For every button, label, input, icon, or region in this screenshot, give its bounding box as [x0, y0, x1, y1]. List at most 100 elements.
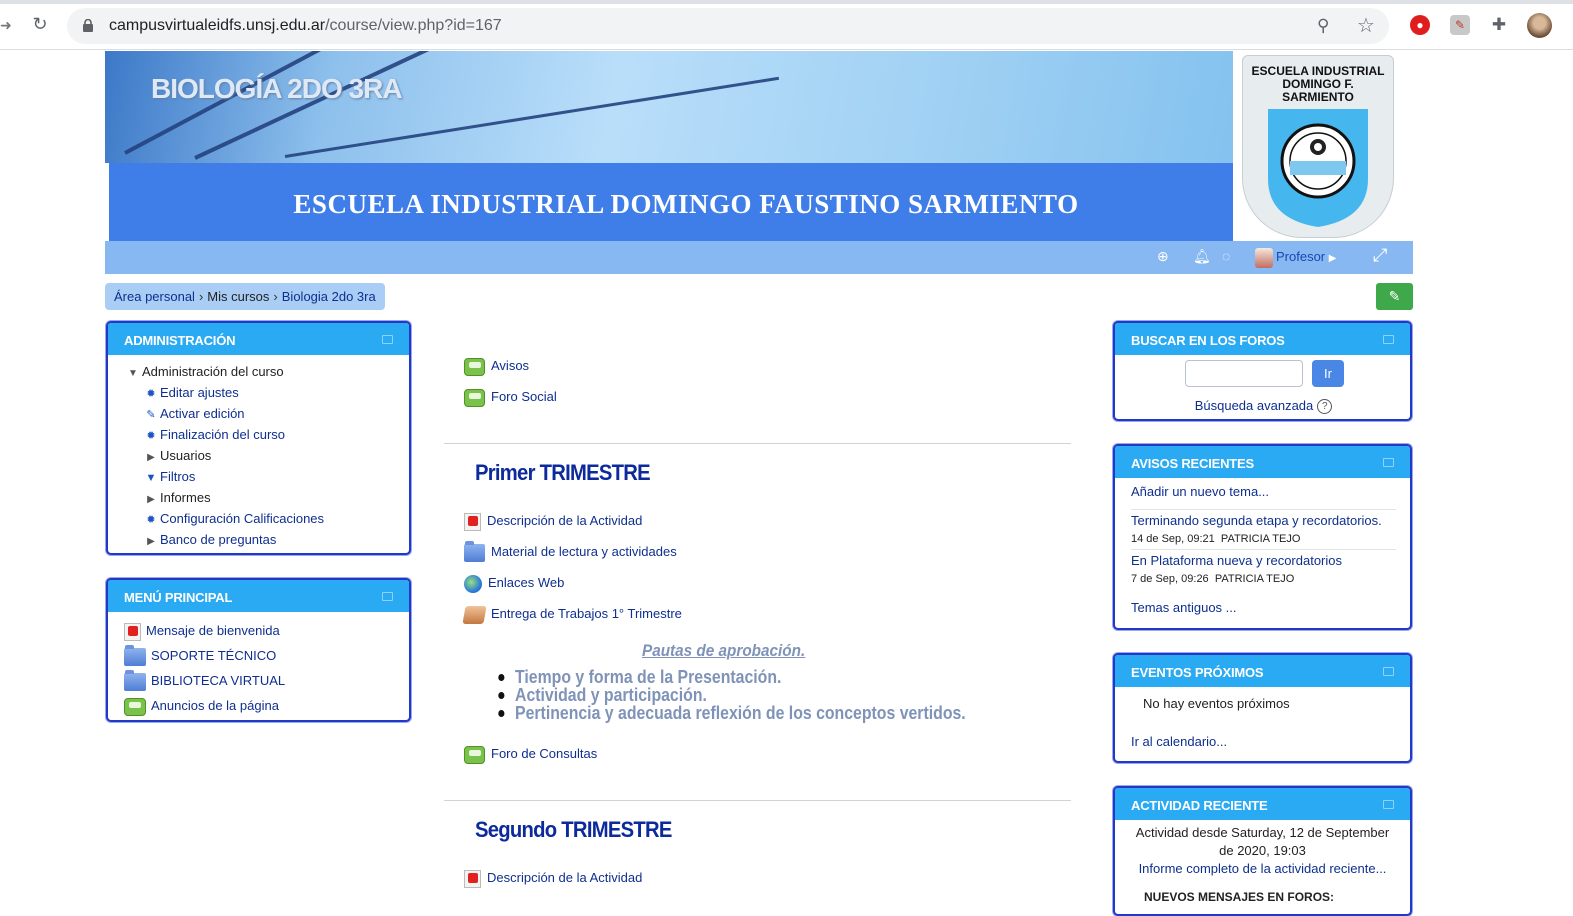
admin-item-filtros[interactable]: ▼ Filtros — [124, 466, 409, 487]
admin-item-label[interactable]: Configuración Calificaciones — [160, 511, 324, 526]
admin-item-label[interactable]: Filtros — [160, 469, 195, 484]
admin-item-label[interactable]: Finalización del curso — [160, 427, 285, 442]
user-menu[interactable]: Profesor ▶ — [1255, 246, 1336, 268]
folder-icon — [464, 540, 485, 562]
collapse-block-icon[interactable] — [1383, 800, 1394, 809]
main-menu-item-bienvenida[interactable]: Mensaje de bienvenida — [124, 618, 409, 643]
main-menu-item-label[interactable]: SOPORTE TÉCNICO — [151, 648, 276, 663]
course-content: Avisos Foro Social Primer TRIMESTRE Desc… — [444, 320, 1071, 906]
school-logo: ESCUELA INDUSTRIAL DOMINGO F. SARMIENTO — [1242, 55, 1394, 238]
main-menu-item-label[interactable]: Anuncios de la página — [151, 698, 279, 713]
main-menu-item-biblioteca[interactable]: BIBLIOTECA VIRTUAL — [124, 668, 409, 693]
admin-item-finalizacion[interactable]: ✹ Finalización del curso — [124, 424, 409, 445]
activity-link[interactable]: Enlaces Web — [488, 575, 564, 590]
admin-item-banco-preguntas[interactable]: ▶ Banco de preguntas — [124, 529, 409, 550]
activity-descripcion[interactable]: Descripción de la Actividad — [464, 509, 642, 533]
main-menu-block: MENÚ PRINCIPAL Mensaje de bienvenida SOP… — [106, 578, 411, 722]
main-menu-item-label[interactable]: Mensaje de bienvenida — [146, 623, 280, 638]
full-report-link[interactable]: Informe completo de la actividad recient… — [1139, 861, 1387, 876]
url-text[interactable]: campusvirtualeidfs.unsj.edu.ar/course/vi… — [109, 17, 502, 35]
profile-avatar-icon[interactable] — [1527, 13, 1552, 38]
breadcrumb-mis-cursos[interactable]: Mis cursos — [207, 289, 269, 304]
forum-icon — [464, 388, 485, 407]
main-menu-block-title: MENÚ PRINCIPAL — [124, 590, 233, 605]
activity-avisos[interactable]: Avisos — [464, 354, 529, 378]
activity-foro-consultas[interactable]: Foro de Consultas — [464, 742, 597, 766]
puzzle-extensions-icon[interactable]: ✚ — [1489, 15, 1509, 35]
breadcrumb-area-personal[interactable]: Área personal — [114, 289, 195, 304]
activity-link[interactable]: Foro Social — [491, 389, 557, 404]
collapse-block-icon[interactable] — [382, 592, 393, 601]
forum-search-button[interactable]: Ir — [1312, 360, 1344, 387]
notifications-bell-icon[interactable]: 🔔︎ — [1193, 248, 1211, 265]
activity-enlaces-web[interactable]: Enlaces Web — [464, 571, 564, 595]
admin-root-item[interactable]: ▼ Administración del curso — [124, 361, 409, 382]
main-menu-item-anuncios[interactable]: Anuncios de la página — [124, 693, 409, 718]
admin-item-label[interactable]: Editar ajustes — [160, 385, 239, 400]
adblock-extension-icon[interactable]: ● — [1410, 15, 1430, 35]
older-topics-link[interactable]: Temas antiguos ... — [1131, 600, 1237, 615]
news-post-meta: 7 de Sep, 09:26 PATRICIA TEJO — [1131, 573, 1294, 585]
collapse-block-icon[interactable] — [1383, 335, 1394, 344]
news-post-title[interactable]: Terminando segunda etapa y recordatorios… — [1131, 513, 1382, 528]
messages-icon[interactable]: ◌ — [1222, 248, 1230, 264]
bookmark-star-icon[interactable]: ☆ — [1357, 13, 1375, 38]
admin-item-label: Informes — [160, 490, 211, 505]
forum-search-block-header: BUSCAR EN LOS FOROS — [1115, 323, 1410, 355]
admin-item-usuarios[interactable]: ▶ Usuarios — [124, 445, 409, 466]
zoom-icon[interactable]: ⚲ — [1317, 16, 1329, 36]
activity-link[interactable]: Descripción de la Actividad — [487, 513, 642, 528]
main-menu-item-label[interactable]: BIBLIOTECA VIRTUAL — [151, 673, 285, 688]
gear-icon: ✹ — [146, 430, 156, 442]
recent-activity-block-header: ACTIVIDAD RECIENTE — [1115, 788, 1410, 820]
activity-link[interactable]: Descripción de la Actividad — [487, 870, 642, 885]
activity-descripcion-2[interactable]: Descripción de la Actividad — [464, 866, 642, 890]
collapse-block-icon[interactable] — [1383, 458, 1394, 467]
main-menu-list: Mensaje de bienvenida SOPORTE TÉCNICO BI… — [108, 612, 409, 718]
add-block-icon[interactable]: ⊕ — [1157, 248, 1169, 265]
activity-material[interactable]: Material de lectura y actividades — [464, 540, 677, 564]
admin-item-label[interactable]: Activar edición — [160, 406, 245, 421]
admin-item-calificaciones[interactable]: ✹ Configuración Calificaciones — [124, 508, 409, 529]
edit-mode-button[interactable]: ✎ — [1376, 283, 1413, 310]
assignment-icon — [462, 605, 487, 624]
url-path: /course/view.php?id=167 — [325, 17, 502, 34]
pdf-extension-icon[interactable]: ✎ — [1450, 15, 1470, 35]
advanced-search-link[interactable]: Búsqueda avanzada — [1195, 398, 1314, 413]
admin-item-editar-ajustes[interactable]: ✹ Editar ajustes — [124, 382, 409, 403]
admin-item-activar-edicion[interactable]: ✎ Activar edición — [124, 403, 409, 424]
forum-search-block: BUSCAR EN LOS FOROS Ir Búsqueda avanzada… — [1113, 321, 1412, 421]
filter-icon: ▼ — [145, 472, 157, 484]
activity-link[interactable]: Avisos — [491, 358, 529, 373]
activity-link[interactable]: Foro de Consultas — [491, 746, 597, 761]
collapse-block-icon[interactable] — [1383, 667, 1394, 676]
forum-icon — [464, 745, 485, 764]
forum-search-input[interactable] — [1185, 360, 1303, 387]
section-divider — [444, 800, 1071, 801]
main-menu-item-soporte[interactable]: SOPORTE TÉCNICO — [124, 643, 409, 668]
breadcrumb-course[interactable]: Biologia 2do 3ra — [282, 289, 376, 304]
activity-link[interactable]: Material de lectura y actividades — [491, 544, 677, 559]
news-post-title[interactable]: En Plataforma nueva y recordatorios — [1131, 553, 1342, 568]
recent-news-block-header: AVISOS RECIENTES — [1115, 446, 1410, 478]
fullscreen-icon[interactable]: ⤢ — [1373, 245, 1387, 266]
breadcrumb: Área personal › Mis cursos › Biologia 2do 3r… — [105, 283, 385, 310]
course-name: BIOLOGÍA 2DO 3RA — [151, 73, 403, 104]
activity-entrega-trabajos[interactable]: Entrega de Trabajos 1° Trimestre — [462, 602, 682, 626]
admin-block-header: ADMINISTRACIÓN — [108, 323, 409, 355]
forward-arrow-icon[interactable]: ➜ — [0, 17, 12, 34]
activity-foro-social[interactable]: Foro Social — [464, 385, 557, 409]
reload-icon[interactable]: ↻ — [29, 13, 51, 35]
section-title-primer-trimestre: Primer TRIMESTRE — [475, 460, 651, 485]
admin-item-label[interactable]: Banco de preguntas — [160, 532, 276, 547]
help-icon[interactable]: ? — [1317, 399, 1333, 415]
upcoming-events-block: EVENTOS PRÓXIMOS No hay eventos próximos… — [1113, 653, 1412, 763]
address-bar[interactable]: campusvirtualeidfs.unsj.edu.ar/course/vi… — [67, 8, 1389, 44]
calendar-link[interactable]: Ir al calendario... — [1131, 734, 1227, 749]
admin-item-informes[interactable]: ▶ Informes — [124, 487, 409, 508]
collapse-block-icon[interactable] — [382, 335, 393, 344]
chevron-right-icon: › — [198, 289, 204, 304]
no-events-text: No hay eventos próximos — [1143, 696, 1290, 711]
add-topic-link[interactable]: Añadir un nuevo tema... — [1131, 484, 1269, 499]
activity-link[interactable]: Entrega de Trabajos 1° Trimestre — [491, 606, 682, 621]
